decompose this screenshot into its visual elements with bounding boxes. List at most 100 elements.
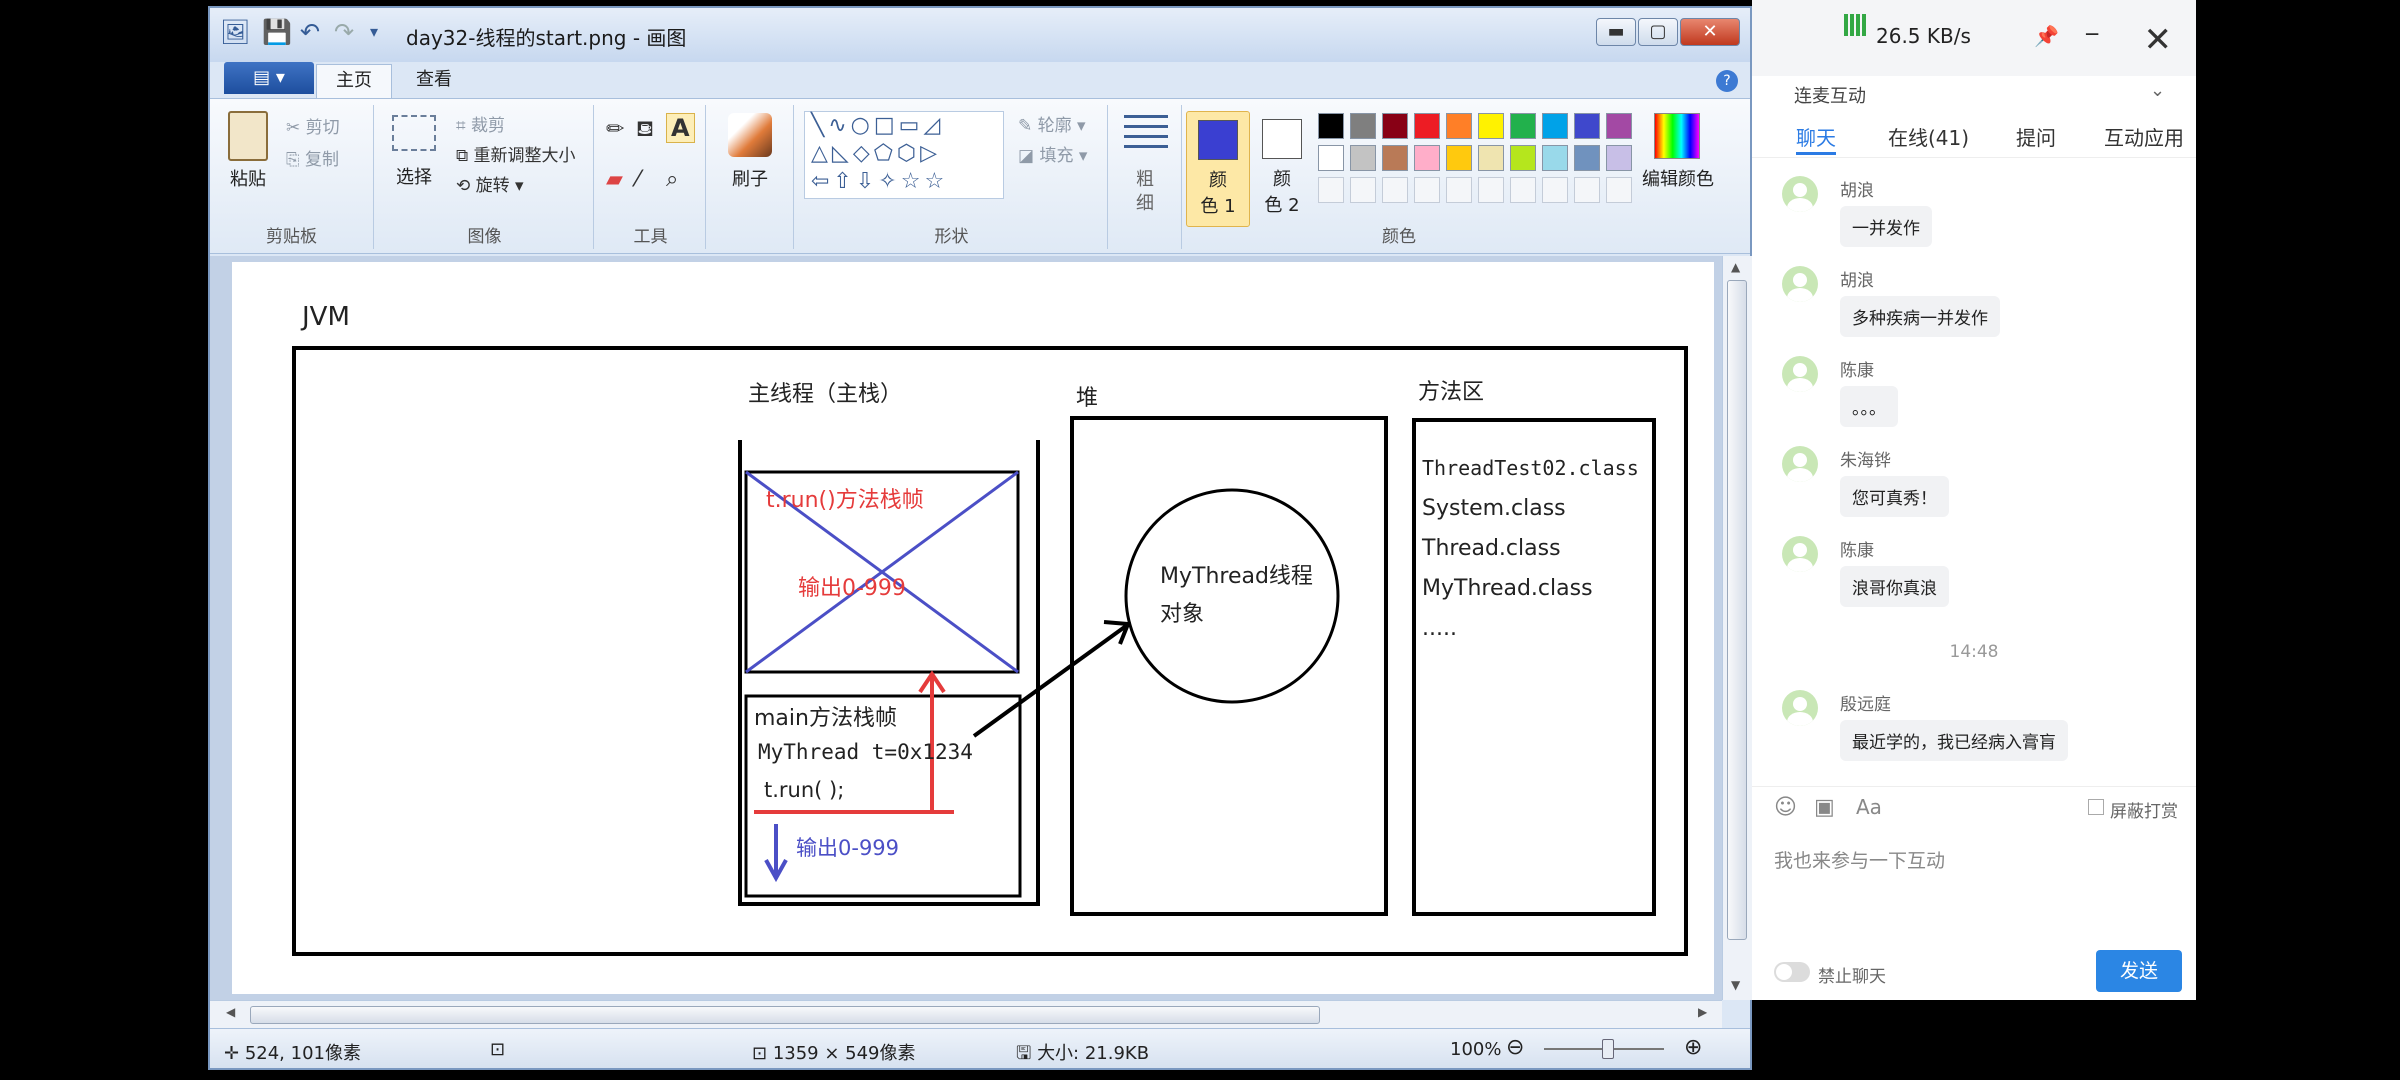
image-icon[interactable]: ▣ [1814,795,1835,820]
custom-color-slot[interactable] [1542,177,1568,203]
outline-button[interactable]: ✎ 轮廓 ▾ [1018,111,1086,136]
custom-color-slot[interactable] [1606,177,1632,203]
custom-color-slot[interactable] [1318,177,1344,203]
horizontal-scroll-thumb[interactable] [250,1006,1320,1024]
eraser-icon[interactable]: ▰ [606,167,623,192]
scroll-right-icon[interactable]: ▶ [1698,1005,1707,1019]
color-swatch[interactable] [1606,145,1632,171]
send-button[interactable]: 发送 [2096,950,2182,992]
chevron-down-icon[interactable]: ⌄ [2150,80,2165,101]
color-picker-icon[interactable]: ⁄ [636,167,640,192]
color-swatch[interactable] [1382,145,1408,171]
resize-button[interactable]: ⧉ 重新调整大小 [456,141,576,166]
undo-icon[interactable]: ↶ [300,18,320,48]
pencil-icon[interactable]: ✏ [606,117,624,142]
avatar [1782,356,1818,392]
custom-color-slot[interactable] [1414,177,1440,203]
color-swatch[interactable] [1574,145,1600,171]
close-button[interactable]: ✕ [1680,18,1740,46]
text-tool-icon[interactable]: A [666,113,695,143]
ribbon-tabs: ▤ ▾ 主页 查看 ? [210,62,1750,98]
color-swatch[interactable] [1318,113,1344,139]
scroll-down-icon[interactable]: ▼ [1731,978,1740,992]
mute-chat-toggle[interactable] [1774,962,1810,982]
tab-interactive-apps[interactable]: 互动应用 [2104,122,2184,151]
color-swatch[interactable] [1606,113,1632,139]
color-swatch[interactable] [1414,145,1440,171]
pin-icon[interactable]: 📌 [2034,24,2059,48]
custom-color-slot[interactable] [1574,177,1600,203]
brush-icon[interactable] [728,113,772,157]
selection-size-icon: ⊡ [490,1039,506,1060]
status-bar: ✛ 524, 101像素 ⊡ ⊡ 1359 × 549像素 🖫 大小: 21.9… [210,1028,1750,1068]
color-swatch[interactable] [1446,113,1472,139]
scroll-left-icon[interactable]: ◀ [226,1005,235,1019]
redo-icon[interactable]: ↷ [334,18,354,48]
zoom-out-icon[interactable]: ⊖ [1506,1035,1524,1060]
tab-home[interactable]: 主页 [316,64,392,98]
custom-color-slot[interactable] [1478,177,1504,203]
maximize-button[interactable]: ▢ [1638,18,1678,46]
tab-questions[interactable]: 提问 [2016,122,2056,151]
color-swatch[interactable] [1510,113,1536,139]
rotate-button[interactable]: ⟲ 旋转 ▾ [456,171,524,196]
crop-button[interactable]: ⌗ 裁剪 [456,111,505,136]
color-swatch[interactable] [1574,113,1600,139]
vertical-scrollbar[interactable]: ▲ ▼ [1722,256,1752,1000]
brushes-button[interactable]: 刷子 [718,165,782,191]
edit-colors-icon[interactable] [1654,113,1700,159]
fill-bucket-icon[interactable]: ⛾ [636,117,654,145]
color-swatch[interactable] [1542,145,1568,171]
cut-button[interactable]: ✂ 剪切 [286,113,340,138]
copy-button[interactable]: ⎘ 复制 [286,145,339,170]
file-menu-button[interactable]: ▤ ▾ [224,62,314,94]
tab-view[interactable]: 查看 [396,64,472,98]
custom-color-slot[interactable] [1382,177,1408,203]
block-reward-checkbox[interactable] [2088,799,2104,815]
custom-color-slot[interactable] [1350,177,1376,203]
custom-color-slot[interactable] [1446,177,1472,203]
horizontal-scrollbar[interactable]: ◀ ▶ [210,1000,1722,1028]
help-icon[interactable]: ? [1716,70,1738,92]
color-swatch[interactable] [1318,145,1344,171]
chat-input[interactable]: 我也来参与一下互动 [1774,846,2174,906]
color-swatch[interactable] [1446,145,1472,171]
edit-colors-button[interactable]: 编辑颜色 [1638,165,1718,191]
zoom-slider-thumb[interactable] [1602,1039,1614,1059]
line-size-icon[interactable] [1124,115,1168,155]
color-swatch[interactable] [1542,113,1568,139]
color2-button[interactable]: 颜 色 2 [1252,111,1312,227]
tab-online[interactable]: 在线(41) [1888,122,1969,151]
color-swatch[interactable] [1382,113,1408,139]
custom-color-slot[interactable] [1510,177,1536,203]
color-swatch[interactable] [1350,145,1376,171]
color-swatch[interactable] [1414,113,1440,139]
color-swatch[interactable] [1510,145,1536,171]
color2-label-2: 色 2 [1264,195,1300,216]
rotate-icon: ⟲ [456,176,476,196]
save-icon[interactable]: 💾 [262,18,292,48]
minimize-button[interactable]: ▬ [1596,18,1636,46]
zoom-in-icon[interactable]: ⊕ [1684,1035,1702,1060]
minimize-chat-icon[interactable]: ─ [2086,22,2098,46]
chat-close-icon[interactable]: ✕ [2144,20,2173,60]
vertical-scroll-thumb[interactable] [1727,280,1747,940]
color1-button[interactable]: 颜 色 1 [1186,111,1250,227]
color-swatch[interactable] [1478,113,1504,139]
avatar [1782,690,1818,726]
fill-button[interactable]: ◪ 填充 ▾ [1018,141,1087,166]
tab-chat[interactable]: 聊天 [1796,122,1836,151]
select-icon[interactable] [392,115,436,151]
drawing-canvas[interactable]: JVM 主线程（主栈） 堆 方法区 t.run()方法栈帧 输出0-999 ma… [232,262,1714,994]
scroll-up-icon[interactable]: ▲ [1731,260,1740,274]
magnifier-icon[interactable]: ⌕ [666,167,678,192]
paste-icon[interactable] [228,111,268,161]
shapes-gallery[interactable]: ╲∿○□▭◿ △◺◇⬠⬡▷ ⇦⇧⇩✧☆☆ [804,111,1004,199]
select-button[interactable]: 选择 [382,163,446,189]
color-swatch[interactable] [1478,145,1504,171]
color-swatch[interactable] [1350,113,1376,139]
paste-button[interactable]: 粘贴 [218,165,278,191]
font-icon[interactable]: Aa [1856,795,1882,819]
emoji-icon[interactable]: ☺ [1774,795,1797,820]
quick-access-dropdown-icon[interactable]: ▾ [370,22,378,52]
